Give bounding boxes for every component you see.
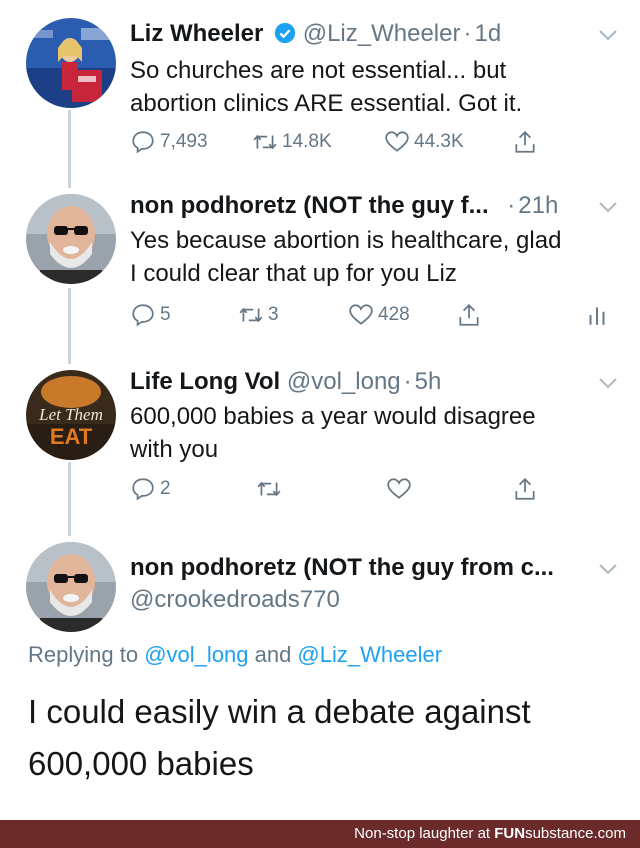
- retweet-button[interactable]: 3: [238, 302, 279, 328]
- reply-count: 2: [160, 478, 171, 499]
- share-button[interactable]: [512, 476, 542, 502]
- tweet-handle-row: @crookedroads770: [130, 586, 600, 614]
- retweet-count: 14.8K: [282, 131, 332, 152]
- replying-to: Replying to @vol_long and @Liz_Wheeler: [28, 642, 442, 668]
- tweet-actions: 2: [130, 476, 550, 506]
- like-button[interactable]: [386, 476, 416, 502]
- tweet-text: Yes because abortion is healthcare, glad…: [130, 224, 610, 290]
- tweet-header: non podhoretz (NOT the guy f... · 21h: [130, 192, 600, 220]
- watermark-text: Non-stop laughter at FUNsubstance.com: [354, 825, 626, 842]
- timestamp[interactable]: 21h: [518, 192, 558, 219]
- avatar-text: EAT: [50, 424, 93, 449]
- tweet-text-line: Yes because abortion is healthcare, glad: [130, 227, 562, 254]
- reply-button[interactable]: 7,493: [130, 129, 208, 155]
- avatar[interactable]: [26, 194, 116, 284]
- share-button[interactable]: [456, 302, 486, 328]
- reply-icon: [132, 304, 154, 327]
- mention-link[interactable]: @Liz_Wheeler: [297, 642, 442, 667]
- author-handle[interactable]: @vol_long: [287, 368, 401, 395]
- timestamp[interactable]: 1d: [474, 20, 501, 47]
- tweet-actions: 7,493 14.8K 44.3K: [130, 129, 550, 159]
- tweet-1[interactable]: Liz Wheeler @Liz_Wheeler · 1d So churches …: [0, 0, 640, 170]
- chevron-down-icon[interactable]: [598, 562, 618, 576]
- mention-link[interactable]: @vol_long: [144, 642, 248, 667]
- author-name[interactable]: non podhoretz (NOT the guy from c...: [130, 554, 554, 581]
- separator-dot: ·: [507, 192, 516, 219]
- tweet-header: non podhoretz (NOT the guy from c...: [130, 554, 600, 582]
- tweet-text: 600,000 babies a year would disagree wit…: [130, 400, 610, 466]
- tweet-text: So churches are not essential... but abo…: [130, 54, 610, 120]
- author-handle[interactable]: @crookedroads770: [130, 586, 340, 613]
- like-button[interactable]: 428: [348, 302, 410, 328]
- retweet-count: 3: [268, 304, 279, 325]
- reply-icon: [132, 131, 154, 154]
- verified-badge-icon: [274, 22, 296, 44]
- reply-button[interactable]: 2: [130, 476, 171, 502]
- replying-to-and: and: [248, 642, 298, 667]
- separator-dot: ·: [463, 20, 472, 47]
- tweet-2[interactable]: non podhoretz (NOT the guy f... · 21h Yes…: [0, 180, 640, 350]
- chevron-down-icon[interactable]: [598, 376, 618, 390]
- analytics-button[interactable]: [584, 302, 614, 328]
- retweet-button[interactable]: 14.8K: [252, 129, 332, 155]
- retweet-icon: [239, 307, 263, 323]
- watermark-brand: FUN: [494, 825, 526, 842]
- chevron-down-icon[interactable]: [598, 28, 618, 42]
- tweet-text-line: I could clear that up for you Liz: [130, 260, 457, 287]
- tweet-3[interactable]: Let Them EAT Life Long Vol @vol_long · 5h …: [0, 356, 640, 526]
- tweet-header: Life Long Vol @vol_long · 5h: [130, 368, 600, 396]
- tweet-text-line: with you: [130, 436, 219, 463]
- focused-tweet-text: I could easily win a debate against 600,…: [28, 686, 618, 790]
- replying-to-prefix: Replying to: [28, 642, 145, 667]
- author-name[interactable]: non podhoretz (NOT the guy f...: [130, 192, 489, 219]
- heart-icon: [385, 131, 409, 152]
- author-name[interactable]: Life Long Vol: [130, 368, 280, 395]
- reply-count: 5: [160, 304, 171, 325]
- watermark-suffix: .com: [593, 825, 626, 842]
- avatar[interactable]: [26, 18, 116, 108]
- tweet-text-line: So churches are not essential... but: [130, 57, 507, 84]
- heart-icon: [349, 304, 373, 325]
- reply-icon: [132, 478, 154, 501]
- tweet-text-line: abortion clinics ARE essential. Got it.: [130, 90, 523, 117]
- like-count: 428: [378, 304, 410, 325]
- avatar[interactable]: [26, 542, 116, 632]
- share-button[interactable]: [512, 129, 542, 155]
- chevron-down-icon[interactable]: [598, 200, 618, 214]
- timestamp[interactable]: 5h: [415, 368, 442, 395]
- retweet-button[interactable]: [256, 476, 286, 502]
- tweet-header: Liz Wheeler @Liz_Wheeler · 1d: [130, 20, 600, 48]
- analytics-icon: [589, 307, 605, 325]
- reply-button[interactable]: 5: [130, 302, 171, 328]
- author-handle[interactable]: @Liz_Wheeler: [303, 20, 461, 47]
- tweet-text-line: I could easily win a debate against: [28, 693, 531, 730]
- share-icon: [515, 478, 535, 500]
- watermark-bar: Non-stop laughter at FUNsubstance.com: [0, 820, 640, 848]
- watermark-brand-rest: substance: [525, 825, 594, 842]
- retweet-icon: [257, 481, 281, 497]
- like-count: 44.3K: [414, 131, 464, 152]
- retweet-icon: [253, 134, 277, 150]
- watermark-prefix: Non-stop laughter at: [354, 825, 495, 842]
- avatar-text: Let Them: [38, 405, 103, 424]
- like-button[interactable]: 44.3K: [384, 129, 464, 155]
- tweet-text-line: 600,000 babies: [28, 745, 254, 782]
- heart-icon: [387, 478, 411, 499]
- share-icon: [459, 304, 479, 326]
- separator-dot: ·: [403, 368, 412, 395]
- tweet-text-line: 600,000 babies a year would disagree: [130, 403, 536, 430]
- author-name[interactable]: Liz Wheeler: [130, 20, 263, 47]
- tweet-actions: 5 3 428: [130, 302, 620, 332]
- reply-count: 7,493: [160, 131, 208, 152]
- share-icon: [515, 131, 535, 153]
- avatar[interactable]: Let Them EAT: [26, 370, 116, 460]
